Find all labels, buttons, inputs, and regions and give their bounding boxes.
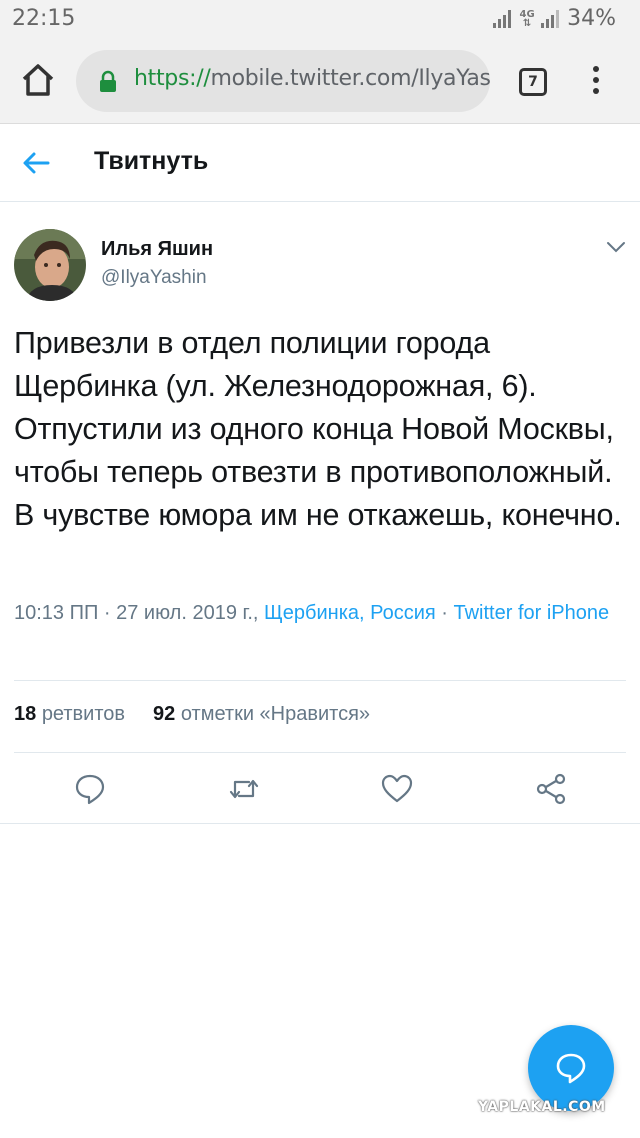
retweets-count: 18 <box>14 703 37 725</box>
tweet-location[interactable]: Щербинка, Россия <box>264 602 436 624</box>
browser-menu-button[interactable] <box>590 66 602 98</box>
tweet-meta: 10:13 ПП · 27 июл. 2019 г., Щербинка, Ро… <box>14 599 626 628</box>
page-header: Твитнуть <box>0 125 640 202</box>
watermark: YAPLAKAL.COM <box>478 1099 606 1115</box>
author-name[interactable]: Илья Яшин <box>101 238 213 261</box>
url-text: https://mobile.twitter.com/IlyaYas <box>134 66 490 91</box>
status-icons: 4G ⇅ 34% <box>493 6 616 31</box>
divider <box>14 680 626 681</box>
tweet-source[interactable]: Twitter for iPhone <box>454 602 610 624</box>
tweet-text: Привезли в отдел полиции города Щербинка… <box>14 326 622 532</box>
tweet-timestamp[interactable]: 10:13 ПП · 27 июл. 2019 г., <box>14 602 264 624</box>
network-type-icon: 4G ⇅ <box>519 8 535 29</box>
signal-icon <box>493 9 513 28</box>
home-icon <box>22 64 54 96</box>
retweet-icon[interactable] <box>227 772 261 806</box>
tweet-actions <box>0 768 640 812</box>
like-icon[interactable] <box>380 772 414 806</box>
lock-icon <box>100 70 116 92</box>
retweets-stat[interactable]: 18 ретвитов <box>14 703 125 725</box>
retweets-label: ретвитов <box>41 703 126 725</box>
share-icon[interactable] <box>534 772 568 806</box>
signal-icon-2 <box>541 9 561 28</box>
status-time: 22:15 <box>12 6 76 31</box>
url-host: mobile.twitter.com/IlyaYas <box>210 66 490 91</box>
chevron-down-icon[interactable] <box>606 240 626 254</box>
home-button[interactable] <box>20 62 56 98</box>
likes-stat[interactable]: 92 отметки «Нравится» <box>153 703 370 725</box>
meta-separator: · <box>435 602 454 624</box>
author-handle[interactable]: @IlyaYashin <box>101 267 207 289</box>
tweet-stats: 18 ретвитов 92 отметки «Нравится» <box>14 703 370 726</box>
likes-count: 92 <box>153 703 176 725</box>
avatar-image <box>14 229 86 301</box>
battery-level: 34% <box>567 6 616 31</box>
avatar[interactable] <box>14 229 86 301</box>
url-scheme: https:// <box>134 66 211 91</box>
divider <box>14 752 626 753</box>
status-bar: 22:15 4G ⇅ 34% <box>0 0 640 40</box>
likes-label: отметки «Нравится» <box>180 703 371 725</box>
page-title: Твитнуть <box>94 147 209 175</box>
back-arrow-icon[interactable] <box>22 149 50 177</box>
address-bar[interactable]: https://mobile.twitter.com/IlyaYas <box>76 50 490 112</box>
divider <box>0 823 640 824</box>
reply-bubble-icon <box>556 1053 586 1084</box>
browser-toolbar: https://mobile.twitter.com/IlyaYas 7 <box>0 40 640 124</box>
reply-icon[interactable] <box>73 772 107 806</box>
tab-switcher-button[interactable]: 7 <box>519 68 547 96</box>
